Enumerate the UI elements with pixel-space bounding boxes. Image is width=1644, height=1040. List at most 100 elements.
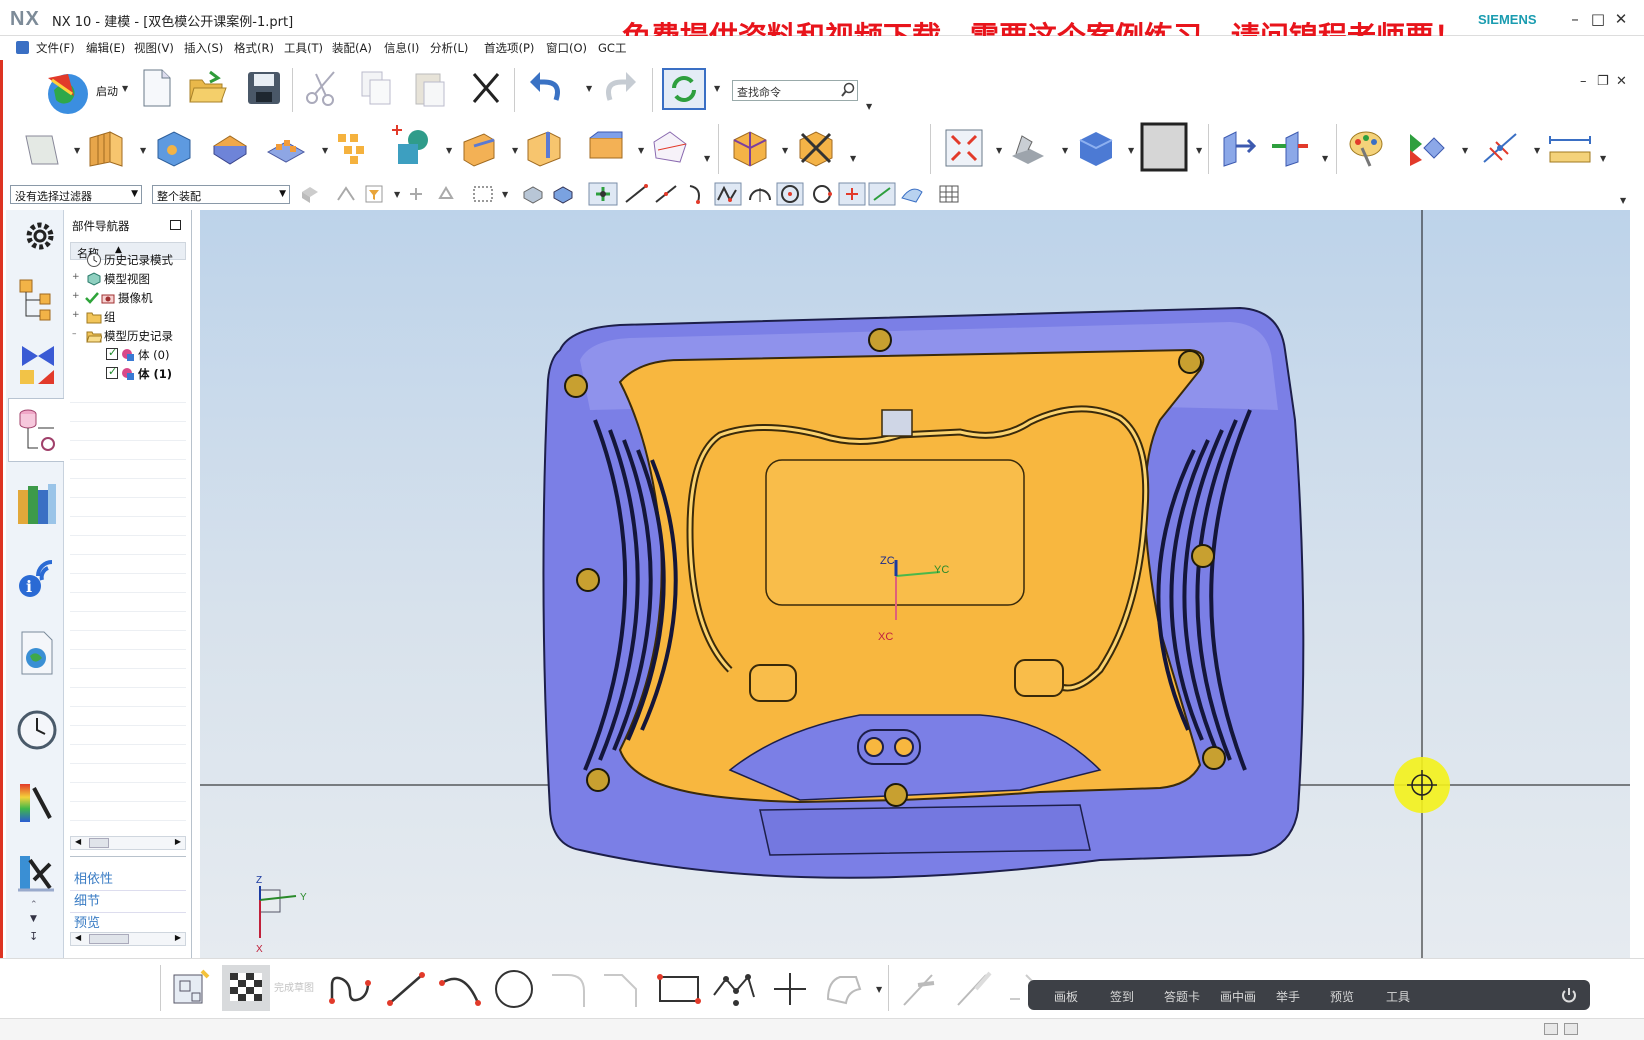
snap-existing-point-icon[interactable] (838, 182, 866, 206)
menu-analysis[interactable]: 分析(L) (430, 40, 468, 56)
orient-dropdown-arrow[interactable]: ▼ (1062, 146, 1068, 155)
undo-icon[interactable] (526, 68, 566, 108)
navigator-pin-icon[interactable] (170, 220, 181, 230)
check-in-button[interactable]: 签到 (1110, 988, 1134, 1005)
delete-face-icon[interactable] (796, 128, 836, 168)
menu-preferences[interactable]: 首选项(P) (484, 40, 534, 56)
menu-tools[interactable]: 工具(T) (284, 40, 323, 56)
toolbar-more-arrow[interactable]: ▼ (866, 102, 872, 111)
sketch-dropdown-arrow[interactable]: ▼ (74, 146, 80, 155)
snap-all-points-icon[interactable] (588, 182, 618, 206)
answer-card-button[interactable]: 答题卡 (1164, 988, 1200, 1005)
section-dropdown-arrow[interactable]: ▼ (1322, 154, 1328, 163)
finish-sketch-icon[interactable] (222, 965, 270, 1011)
selbar-more-arrow[interactable]: ▼ (1620, 196, 1626, 205)
shell-icon[interactable] (210, 128, 250, 168)
expand-plus-icon[interactable]: + (72, 272, 80, 282)
graphics-viewport[interactable]: ZC YC XC Z Y X (200, 210, 1630, 958)
resource-expand-icon[interactable]: ↧ (29, 930, 38, 943)
tree-item-model-history[interactable]: – 模型历史记录 (70, 326, 186, 346)
sketch-plane-icon[interactable] (22, 128, 62, 168)
system-materials-icon[interactable] (14, 778, 60, 826)
edit-section-icon[interactable] (1270, 128, 1310, 168)
render-dropdown-arrow[interactable]: ▼ (1128, 146, 1134, 155)
expand-plus-icon[interactable]: + (72, 310, 80, 320)
unite-icon[interactable] (390, 124, 434, 170)
select-assembly-icon[interactable] (300, 184, 320, 204)
measure-distance-icon[interactable] (1546, 128, 1594, 168)
update-refresh-icon[interactable] (662, 68, 706, 110)
search-icon[interactable] (840, 82, 856, 98)
paste-icon[interactable] (410, 68, 450, 108)
doc-minimize-button[interactable]: – (1580, 74, 1587, 89)
fullscreen-toggle-icon[interactable] (1564, 1023, 1578, 1035)
scroll-thumb[interactable] (89, 934, 129, 944)
pattern-dropdown-arrow[interactable]: ▼ (322, 146, 328, 155)
cut-icon[interactable] (302, 68, 342, 108)
rectangle-icon[interactable] (656, 969, 702, 1009)
snap-arc-center-icon[interactable] (746, 182, 774, 206)
part-navigator-icon[interactable] (14, 406, 60, 454)
snap-endpoint-icon[interactable] (622, 182, 650, 206)
clip-section-icon[interactable] (1218, 128, 1258, 168)
tree-item-history-mode[interactable]: 历史记录模式 (70, 250, 186, 270)
roles-icon[interactable] (14, 850, 60, 898)
offset-dropdown-arrow[interactable]: ▼ (512, 146, 518, 155)
arc-icon[interactable] (436, 969, 486, 1009)
scroll-left-icon[interactable]: ◀ (75, 933, 81, 942)
snap-midpoint-icon[interactable] (652, 182, 680, 206)
status-toggle-icon[interactable] (1544, 1023, 1558, 1035)
rectangle-select-icon[interactable] (472, 184, 494, 204)
fillet-icon[interactable] (548, 969, 592, 1009)
raise-hand-button[interactable]: 举手 (1276, 988, 1300, 1005)
menu-format[interactable]: 格式(R) (234, 40, 274, 56)
settings-gear-icon[interactable] (14, 218, 60, 254)
sketch-curve-dropdown-arrow[interactable]: ▼ (876, 985, 882, 994)
panel-horizontal-scrollbar[interactable]: ◀ ▶ (70, 932, 186, 946)
orient-view-icon[interactable] (1008, 128, 1048, 168)
show-hide-dropdown-arrow[interactable]: ▼ (1462, 146, 1468, 155)
view-dropdown-arrow[interactable]: ▼ (996, 146, 1002, 155)
dependencies-panel[interactable]: 相依性 (74, 868, 113, 887)
edit-object-display-icon[interactable] (1346, 128, 1386, 168)
menu-gc-toolkit[interactable]: GC工 (598, 40, 626, 56)
redo-icon[interactable] (600, 68, 640, 108)
body-0-checkbox[interactable]: ✓ (106, 346, 118, 360)
background-icon[interactable] (1140, 122, 1188, 174)
trim-body-icon[interactable] (650, 128, 690, 168)
constraint-navigator-icon[interactable] (14, 340, 60, 388)
offset-curve-icon[interactable] (822, 969, 866, 1009)
unite-dropdown-arrow[interactable]: ▼ (446, 146, 452, 155)
draft-icon[interactable] (586, 128, 626, 168)
measure-dropdown-arrow[interactable]: ▼ (1600, 154, 1606, 163)
select-features-icon[interactable] (406, 184, 426, 204)
assembly-navigator-icon[interactable] (14, 276, 60, 324)
tree-item-cameras[interactable]: + 摄像机 (70, 288, 186, 308)
scroll-right-icon[interactable]: ▶ (175, 933, 181, 942)
sync-dropdown-arrow[interactable]: ▼ (782, 146, 788, 155)
point-icon[interactable] (770, 969, 810, 1009)
tree-item-groups[interactable]: + 组 (70, 307, 186, 327)
tree-item-body-1[interactable]: ✓ 体 (1) (70, 364, 186, 384)
grid-icon[interactable] (938, 184, 960, 204)
snap-control-point-icon[interactable] (684, 182, 712, 206)
whiteboard-button[interactable]: 画板 (1054, 988, 1078, 1005)
navigator-horizontal-scrollbar[interactable]: ◀ ▶ (70, 836, 186, 850)
selection-scope-select[interactable]: 整个装配 ▼ (152, 185, 290, 204)
extrude-dropdown-arrow[interactable]: ▼ (140, 146, 146, 155)
meeting-tools-button[interactable]: 工具 (1386, 988, 1410, 1005)
synchronous-modeling-icon[interactable] (730, 128, 770, 168)
profile-icon[interactable] (326, 969, 374, 1009)
hd3d-tools-icon[interactable]: i (14, 552, 60, 600)
snap-bounded-grid-icon[interactable] (898, 182, 926, 206)
pattern-geometry-icon[interactable] (334, 128, 374, 168)
details-panel[interactable]: 细节 (74, 890, 100, 909)
shaded-view-icon[interactable] (1076, 128, 1116, 168)
background-dropdown-arrow[interactable]: ▼ (1196, 146, 1202, 155)
wcs-dropdown-arrow[interactable]: ▼ (1534, 146, 1540, 155)
history-clock-icon[interactable] (14, 706, 60, 754)
tree-item-body-0[interactable]: ✓ 体 (0) (70, 345, 186, 365)
menu-view[interactable]: 视图(V) (134, 40, 174, 56)
line-icon[interactable] (384, 969, 428, 1009)
close-button[interactable]: ✕ (1611, 10, 1631, 28)
